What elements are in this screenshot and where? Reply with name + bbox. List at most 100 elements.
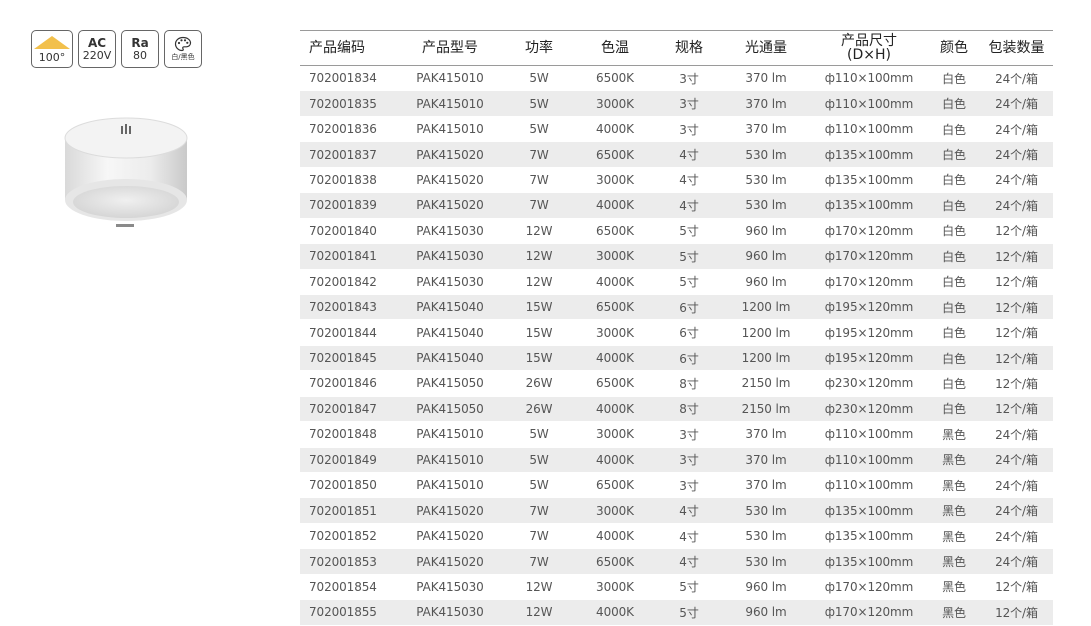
code-cell: 702001836 xyxy=(309,122,377,137)
model-cell: PAK415040 xyxy=(396,345,504,371)
cct-cell: 6500K xyxy=(574,548,656,575)
color-cell: 黑色 xyxy=(942,427,966,442)
size-cell: ф230×120mm xyxy=(824,376,914,391)
spec-cell: 6寸 xyxy=(679,326,699,341)
cct-cell: 4000K xyxy=(596,274,634,289)
packing-cell: 24个/箱 xyxy=(995,529,1038,544)
cct-cell: 4000K xyxy=(574,192,656,219)
code-cell: 702001849 xyxy=(300,447,396,473)
size-cell: ф195×120mm xyxy=(810,294,928,320)
model-cell: PAK415050 xyxy=(396,396,504,422)
header-color: 颜色 xyxy=(928,30,980,66)
header-model: 产品型号 xyxy=(396,30,504,66)
cct-cell: 3000K xyxy=(596,427,634,442)
size-cell: ф170×120mm xyxy=(824,274,914,289)
spec-cell: 4寸 xyxy=(656,192,722,219)
packing-cell: 12个/箱 xyxy=(995,326,1038,341)
color-cell: 白色 xyxy=(942,71,966,86)
power-cell: 15W xyxy=(504,294,574,320)
model-cell: PAK415010 xyxy=(416,478,484,493)
code-cell: 702001854 xyxy=(309,579,377,594)
color-cell: 黑色 xyxy=(942,529,966,544)
packing-cell: 24个/箱 xyxy=(980,497,1053,524)
lumen-cell: 960 lm xyxy=(722,599,810,626)
table-row: 702001840 PAK415030 12W 6500K 5寸 960 lm ф170×1… xyxy=(300,218,1053,244)
spec-cell: 4寸 xyxy=(656,141,722,168)
size-cell: ф135×100mm xyxy=(810,497,928,524)
packing-cell: 24个/箱 xyxy=(995,478,1038,493)
power-cell: 5W xyxy=(529,122,549,137)
packing-cell: 12个/箱 xyxy=(980,243,1053,269)
header-packing: 包装数量 xyxy=(980,30,1053,66)
color-cell: 白色 xyxy=(928,345,980,371)
packing-cell: 12个/箱 xyxy=(980,599,1053,626)
spec-cell: 4寸 xyxy=(679,173,699,188)
code-cell: 702001841 xyxy=(300,243,396,269)
packing-cell: 12个/箱 xyxy=(995,275,1038,290)
size-cell: ф195×120mm xyxy=(824,325,914,340)
spec-cell: 4寸 xyxy=(679,529,699,544)
size-cell: ф110×100mm xyxy=(824,122,914,137)
model-cell: PAK415040 xyxy=(396,294,504,320)
header-power: 功率 xyxy=(504,30,574,66)
product-image xyxy=(64,117,188,227)
voltage-value: 220V xyxy=(82,48,112,62)
color-cell: 黑色 xyxy=(928,497,980,524)
lumen-cell: 2150 lm xyxy=(722,396,810,422)
table-header-row: 产品编码 产品型号 功率 色温 规格 光通量 产品尺寸 (D×H) 颜色 包装数… xyxy=(300,30,1053,66)
model-cell: PAK415030 xyxy=(416,274,484,289)
model-cell: PAK415010 xyxy=(396,90,504,117)
table-row: 702001842 PAK415030 12W 4000K 5寸 960 lm ф170×1… xyxy=(300,269,1053,295)
spec-cell: 6寸 xyxy=(656,294,722,320)
size-cell: ф135×100mm xyxy=(824,172,914,187)
table-row: 702001848 PAK415010 5W 3000K 3寸 370 lm ф110×10… xyxy=(300,422,1053,448)
color-options: 白/黑色 xyxy=(171,53,195,62)
cct-cell: 3000K xyxy=(596,579,634,594)
cri-label: Ra xyxy=(131,35,149,50)
spec-cell: 3寸 xyxy=(679,478,699,493)
packing-cell: 12个/箱 xyxy=(980,345,1053,371)
code-cell: 702001843 xyxy=(300,294,396,320)
packing-cell: 12个/箱 xyxy=(995,376,1038,391)
model-cell: PAK415030 xyxy=(416,579,484,594)
packing-cell: 24个/箱 xyxy=(980,141,1053,168)
spec-cell: 3寸 xyxy=(679,71,699,86)
power-cell: 12W xyxy=(504,243,574,269)
code-cell: 702001845 xyxy=(300,345,396,371)
power-cell: 12W xyxy=(504,599,574,626)
palette-icon xyxy=(174,37,192,52)
size-cell: ф135×100mm xyxy=(810,141,928,168)
size-cell: ф110×100mm xyxy=(824,71,914,86)
cct-cell: 6500K xyxy=(596,223,634,238)
packing-cell: 12个/箱 xyxy=(995,224,1038,239)
model-cell: PAK415020 xyxy=(416,529,484,544)
header-cct: 色温 xyxy=(574,30,656,66)
lumen-cell: 370 lm xyxy=(745,427,787,442)
cct-cell: 6500K xyxy=(596,71,634,86)
cct-cell: 6500K xyxy=(574,141,656,168)
model-cell: PAK415020 xyxy=(396,192,504,219)
packing-cell: 12个/箱 xyxy=(980,294,1053,320)
model-cell: PAK415010 xyxy=(396,447,504,473)
lumen-cell: 530 lm xyxy=(745,172,787,187)
spec-badges: 100° AC 220V Ra 80 白/黑色 xyxy=(31,30,202,68)
header-size-label: 产品尺寸 xyxy=(841,33,897,49)
model-cell: PAK415020 xyxy=(396,141,504,168)
color-cell: 白色 xyxy=(928,192,980,219)
spec-cell: 5寸 xyxy=(679,580,699,595)
cct-cell: 3000K xyxy=(574,90,656,117)
color-cell: 黑色 xyxy=(928,548,980,575)
cct-cell: 4000K xyxy=(574,599,656,626)
color-cell: 黑色 xyxy=(928,599,980,626)
model-cell: PAK415020 xyxy=(396,497,504,524)
table-row: 702001851 PAK415020 7W 3000K 4寸 530 lm ф135×10… xyxy=(300,497,1053,524)
power-cell: 15W xyxy=(504,345,574,371)
power-cell: 12W xyxy=(525,223,553,238)
packing-cell: 24个/箱 xyxy=(980,192,1053,219)
packing-cell: 24个/箱 xyxy=(995,427,1038,442)
voltage-type: AC xyxy=(87,35,107,50)
model-cell: PAK415050 xyxy=(416,376,484,391)
table-row: 702001850 PAK415010 5W 6500K 3寸 370 lm ф110×10… xyxy=(300,473,1053,498)
spec-cell: 4寸 xyxy=(656,497,722,524)
color-cell: 黑色 xyxy=(928,447,980,473)
